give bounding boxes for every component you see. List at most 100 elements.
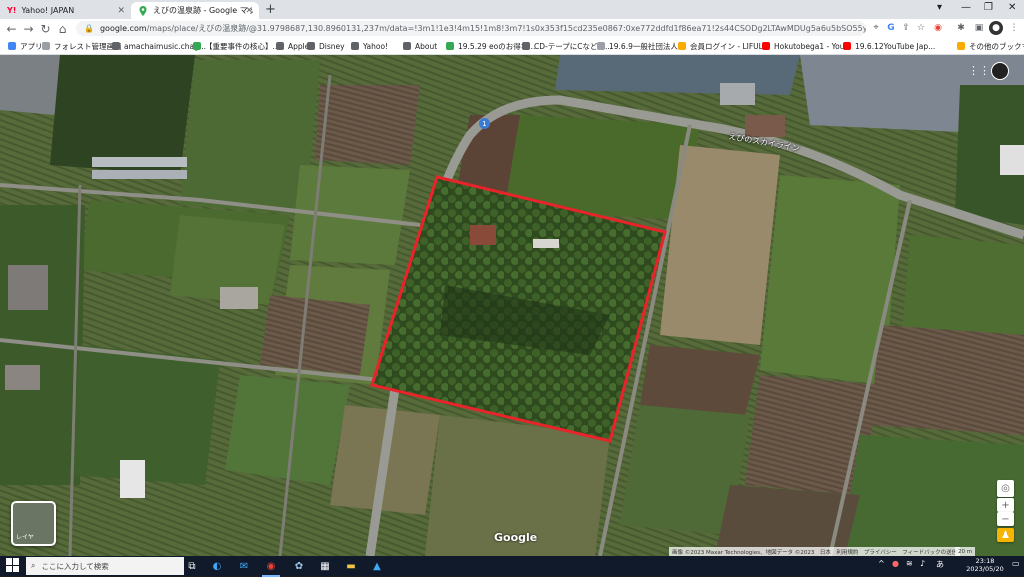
home-icon xyxy=(678,42,686,50)
windows-start-icon[interactable] xyxy=(6,558,20,572)
globe-icon xyxy=(276,42,284,50)
page-icon xyxy=(597,42,605,50)
map-scale[interactable]: 20 m xyxy=(955,547,976,556)
bookmark-item[interactable]: 【重要事件の核心】... xyxy=(193,39,280,53)
volume-icon[interactable]: ♪ xyxy=(920,559,925,568)
bookmark-label: Disney xyxy=(319,41,345,51)
apps-grid-icon[interactable]: ⋮⋮ xyxy=(968,64,990,77)
leaf-icon xyxy=(193,42,201,50)
home-icon[interactable]: ⌂ xyxy=(54,19,71,38)
bookmark-label: Yahoo! xyxy=(363,41,389,51)
globe-icon xyxy=(112,42,120,50)
bookmark-item[interactable]: Apple xyxy=(276,39,309,53)
bookmark-star-icon[interactable]: ☆ xyxy=(914,21,928,35)
bookmark-item[interactable]: Disney xyxy=(307,39,345,53)
globe-icon xyxy=(307,42,315,50)
youtube-icon xyxy=(843,42,851,50)
bookmark-item[interactable]: amachaimusic.chag... xyxy=(112,39,206,53)
line-icon xyxy=(446,42,454,50)
clock-date: 2023/05/20 xyxy=(966,565,1004,573)
url-host: google.com xyxy=(99,24,147,33)
search-placeholder: ここに入力して検索 xyxy=(41,561,109,571)
bookmark-label: Hokutobega1 - You... xyxy=(774,41,852,51)
notification-icon[interactable]: ▭ xyxy=(1012,559,1020,568)
back-arrow-icon[interactable]: ← xyxy=(3,19,20,38)
bookmark-label: 会員ログイン - LIFUL... xyxy=(690,41,770,51)
forward-arrow-icon[interactable]: → xyxy=(20,19,37,38)
bookmark-item[interactable]: その他のブックマーク xyxy=(957,39,1024,53)
chrome-icon[interactable]: ◉ xyxy=(262,557,280,577)
photos-icon[interactable]: ▲ xyxy=(368,557,386,575)
youtube-icon xyxy=(762,42,770,50)
pegman-icon[interactable]: ♟ xyxy=(997,528,1014,542)
mail-icon[interactable]: ✉ xyxy=(235,557,253,575)
bookmark-label: 19.6.9一般社団法人... xyxy=(609,41,686,51)
reload-icon[interactable]: ↻ xyxy=(37,19,54,38)
taskbar-search[interactable]: ⌕ ここに入力して検索 xyxy=(26,557,184,575)
new-tab-button[interactable]: + xyxy=(265,2,276,17)
globe-icon xyxy=(522,42,530,50)
bookmark-label: アプリ xyxy=(20,41,43,51)
my-location-icon[interactable]: ◎ xyxy=(997,480,1014,497)
close-icon[interactable]: ✕ xyxy=(245,6,253,16)
tab-title: えびの温泉跡 - Google マップ xyxy=(153,6,253,15)
close-icon[interactable]: ✕ xyxy=(117,6,125,16)
minimize-icon[interactable]: ▾ xyxy=(937,2,942,13)
bookmark-item[interactable]: アプリ xyxy=(8,39,43,53)
extensions-puzzle-icon[interactable]: ✱ xyxy=(954,21,968,35)
bookmark-item[interactable]: About xyxy=(403,39,437,53)
globe-icon xyxy=(403,42,411,50)
search-icon: ⌕ xyxy=(31,561,36,570)
edge-icon[interactable]: ◐ xyxy=(208,557,226,575)
clock-time: 23:18 xyxy=(975,557,995,565)
zoom-out-button[interactable]: − xyxy=(997,512,1014,526)
ime-icon[interactable]: あ xyxy=(936,559,944,570)
sidepanel-icon[interactable]: ▣ xyxy=(972,21,986,35)
location-icon[interactable]: ⌖ xyxy=(869,21,883,35)
restore-button[interactable]: ❐ xyxy=(984,2,993,13)
bookmark-item[interactable]: Yahoo! xyxy=(351,39,388,53)
folder-icon[interactable]: ▬ xyxy=(342,557,360,575)
layers-button[interactable]: レイヤ xyxy=(11,501,56,546)
route-marker: 1 xyxy=(479,118,490,129)
bookmark-label: About xyxy=(415,41,438,51)
app-icon[interactable]: ✿ xyxy=(290,557,308,575)
layers-label: レイヤ xyxy=(16,534,34,541)
store-icon[interactable]: ▦ xyxy=(316,557,334,575)
map-attribution[interactable]: 画像 ©2023 Maxar Technologies、地図データ ©2023 … xyxy=(669,547,961,556)
tab-google-maps[interactable]: えびの温泉跡 - Google マップ ✕ xyxy=(131,2,259,19)
taskbar-clock[interactable]: 23:18 2023/05/20 xyxy=(960,557,1010,573)
extension-icon[interactable]: ◉ xyxy=(931,21,945,35)
route-number: 1 xyxy=(482,119,487,128)
close-window-button[interactable]: ✕ xyxy=(1008,2,1016,13)
lock-icon: 🔒 xyxy=(84,24,94,33)
bookmark-item[interactable]: 19.6.9一般社団法人... xyxy=(597,39,685,53)
google-logo: Google xyxy=(494,531,538,544)
page-icon xyxy=(42,42,50,50)
url-path: /maps/place/えびの温泉跡/@31.9798687,130.89601… xyxy=(146,24,866,33)
satellite-map[interactable]: 1 えびのスカイライン xyxy=(0,55,1024,556)
account-avatar[interactable] xyxy=(991,62,1009,80)
menu-kebab-icon[interactable]: ⋮ xyxy=(1007,21,1021,35)
globe-icon xyxy=(351,42,359,50)
bookmark-item[interactable]: 会員ログイン - LIFUL... xyxy=(678,39,770,53)
apps-grid-icon xyxy=(8,42,16,50)
bookmark-label: 19.6.12YouTube Jap... xyxy=(855,41,936,51)
task-view-icon[interactable]: ⧉ xyxy=(183,557,201,575)
share-icon[interactable]: ⇪ xyxy=(899,21,913,35)
bookmark-item[interactable]: フォレスト管理画面 xyxy=(42,39,122,53)
address-bar[interactable]: 🔒 google.com/maps/place/えびの温泉跡/@31.97986… xyxy=(76,21,866,36)
bookmark-item[interactable]: Hokutobega1 - You... xyxy=(762,39,852,53)
tray-chevron-icon[interactable]: ^ xyxy=(878,559,885,568)
tab-title: Yahoo! JAPAN xyxy=(21,6,75,15)
tab-yahoo[interactable]: Y! Yahoo! JAPAN ✕ xyxy=(0,2,131,19)
wifi-icon[interactable]: ≋ xyxy=(906,559,913,568)
google-lens-icon[interactable]: G xyxy=(884,21,898,35)
profile-avatar[interactable]: ● xyxy=(989,21,1003,35)
google-maps-icon xyxy=(138,5,148,16)
bookmark-item[interactable]: 19.6.12YouTube Jap... xyxy=(843,39,935,53)
minimize-button[interactable]: — xyxy=(961,2,971,13)
place-highlight-outline xyxy=(370,175,667,443)
zoom-in-button[interactable]: + xyxy=(997,498,1014,512)
tray-app-icon[interactable]: ● xyxy=(892,559,899,568)
